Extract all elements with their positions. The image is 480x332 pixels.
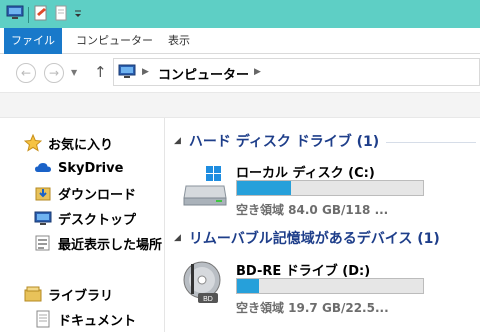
ribbon: ファイル コンピューター 表示 [0,28,480,54]
collapse-triangle-icon: ◢ [174,233,181,243]
collapse-triangle-icon: ◢ [174,136,181,146]
up-arrow-icon: ↑ [94,63,107,81]
up-button[interactable]: ↑ [94,63,107,81]
tab-computer[interactable]: コンピューター [66,28,163,54]
recent-locations-button[interactable]: ▼ [71,68,77,77]
document-icon [34,310,52,328]
sidebar-item-label: ドキュメント [58,313,137,329]
sidebar-item-libraries[interactable]: ライブラリ [24,282,113,306]
drive-item-d[interactable]: BD BD-RE ドライブ (D:) 空き領域 19.7 GB/22.5... [166,256,480,326]
navigation-pane: お気に入り SkyDrive ダウンロード デスクトップ 最近表示した場所 ライ… [0,118,165,332]
drive-free-space: 空き領域 84.0 GB/118 ... [236,203,389,217]
drive-usage-fill [237,181,291,195]
sidebar-item-desktop[interactable]: デスクトップ [34,206,136,230]
back-arrow-icon: ← [20,66,32,80]
drive-name: ローカル ディスク (C:) [236,166,375,181]
svg-text:BD: BD [203,296,213,303]
sidebar-item-recent-places[interactable]: 最近表示した場所 [34,231,162,255]
breadcrumb-chevron-icon[interactable]: ▶ [254,67,261,77]
tab-file[interactable]: ファイル [4,28,62,54]
drive-usage-bar [236,180,424,196]
drive-item-c[interactable]: ローカル ディスク (C:) 空き領域 84.0 GB/118 ... [166,158,480,220]
sidebar-item-documents[interactable]: ドキュメント [34,307,136,331]
library-icon [24,285,42,303]
group-header-removable[interactable]: ◢ リムーバブル記憶域があるデバイス (1) [174,228,440,248]
back-button[interactable]: ← [16,63,36,83]
content-pane: ◢ ハード ディスク ドライブ (1) ローカル ディスク (C:) 空き領域 … [166,118,480,332]
recent-places-icon [34,234,52,252]
sidebar-item-label: ライブラリ [48,288,114,304]
chevron-down-icon: ▼ [71,68,78,77]
group-divider [386,142,476,143]
breadcrumb-location[interactable]: コンピューター [158,64,249,83]
desktop-icon [34,209,52,227]
drive-usage-bar [236,278,424,294]
computer-icon [6,5,24,24]
customize-dropdown-icon[interactable] [73,5,83,24]
new-folder-icon[interactable] [53,5,69,24]
star-icon [23,133,43,152]
breadcrumb-chevron-icon[interactable]: ▶ [142,67,149,77]
computer-icon [118,64,136,83]
forward-arrow-icon: → [48,66,60,80]
bd-disc-icon: BD [182,260,222,307]
sidebar-item-label: お気に入り [48,137,114,153]
quick-access-toolbar [6,5,83,24]
sidebar-item-downloads[interactable]: ダウンロード [34,181,136,205]
sidebar-item-label: SkyDrive [58,160,124,176]
title-bar [0,0,480,28]
hard-disk-icon [182,164,228,211]
group-title: リムーバブル記憶域があるデバイス (1) [188,231,440,247]
group-header-hard-disk[interactable]: ◢ ハード ディスク ドライブ (1) [174,131,379,151]
sidebar-item-label: 最近表示した場所 [58,237,163,253]
properties-icon[interactable] [33,5,49,24]
download-folder-icon [34,184,52,202]
forward-button[interactable]: → [44,63,64,83]
toolbar-band [0,92,480,118]
drive-usage-fill [237,279,260,293]
sidebar-item-skydrive[interactable]: SkyDrive [34,156,123,180]
tab-view[interactable]: 表示 [158,28,200,54]
sidebar-item-label: ダウンロード [58,187,137,203]
sidebar-item-favorites[interactable]: お気に入り [23,131,114,155]
drive-name: BD-RE ドライブ (D:) [236,264,371,279]
sidebar-item-label: デスクトップ [58,212,137,228]
cloud-icon [34,159,52,177]
drive-free-space: 空き領域 19.7 GB/22.5... [236,301,389,315]
separator [28,6,29,23]
address-bar[interactable]: ▶ コンピューター ▶ [113,58,480,86]
group-title: ハード ディスク ドライブ (1) [188,134,380,150]
